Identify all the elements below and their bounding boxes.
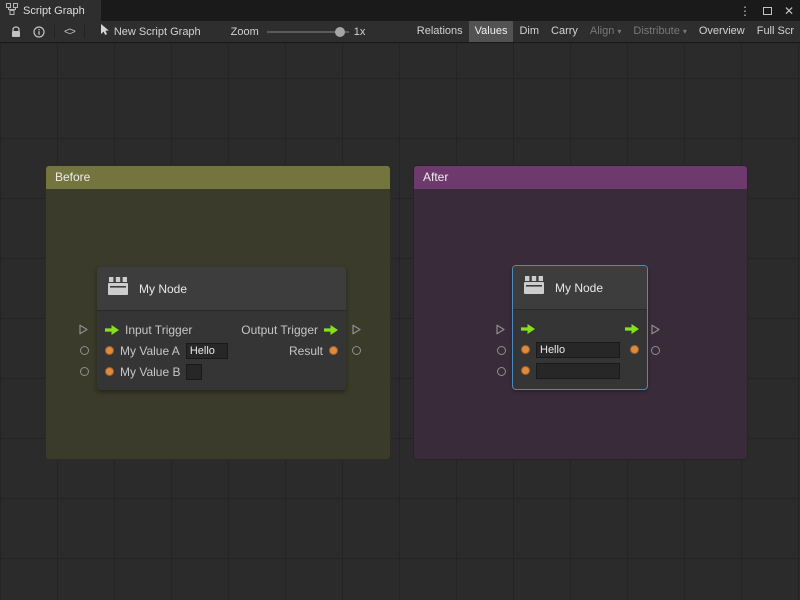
group-after-title: After: [423, 170, 448, 184]
trigger-output-port[interactable]: [324, 325, 338, 335]
result-label: Result: [289, 344, 323, 358]
toolbar: <> New Script Graph Zoom 1x Relations Va…: [0, 21, 800, 43]
toolbar-separator: [84, 25, 85, 38]
value-a-input[interactable]: [186, 343, 228, 359]
node-before[interactable]: My Node Input Trigger Output Trigger: [97, 267, 346, 390]
port-row: [513, 318, 647, 339]
value-a-input[interactable]: [536, 342, 620, 358]
value-b-label: My Value B: [120, 365, 180, 379]
maximize-icon[interactable]: [763, 5, 772, 17]
node-title: My Node: [555, 281, 603, 295]
lock-icon[interactable]: [5, 21, 27, 42]
value-input-port[interactable]: [521, 345, 530, 354]
value-output-port[interactable]: [329, 346, 338, 355]
info-icon[interactable]: [27, 21, 51, 42]
toolbar-buttons: Relations Values Dim Carry Align ▾ Distr…: [411, 21, 800, 43]
external-value-port[interactable]: [80, 367, 89, 376]
node-body: [513, 310, 647, 389]
node-header[interactable]: My Node: [97, 267, 346, 311]
node-title: My Node: [139, 282, 187, 296]
external-value-port[interactable]: [497, 346, 506, 355]
align-dropdown[interactable]: Align ▾: [584, 21, 627, 43]
external-trigger-port[interactable]: [496, 324, 505, 335]
overview-button[interactable]: Overview: [693, 21, 751, 43]
zoom-value: 1x: [354, 26, 366, 38]
port-row: Input Trigger Output Trigger: [97, 319, 346, 340]
distribute-label: Distribute: [633, 21, 679, 42]
zoom-slider-handle[interactable]: [335, 27, 345, 37]
group-after-header[interactable]: After: [414, 166, 747, 189]
window-controls: ⋮ ✕: [739, 0, 794, 21]
unit-icon: [523, 276, 545, 300]
external-value-port[interactable]: [80, 346, 89, 355]
external-value-port[interactable]: [497, 367, 506, 376]
distribute-dropdown[interactable]: Distribute ▾: [627, 21, 692, 43]
trigger-output-port[interactable]: [625, 324, 639, 334]
graph-name-button[interactable]: New Script Graph: [100, 24, 201, 39]
script-graph-icon: [6, 3, 18, 18]
external-trigger-port[interactable]: [352, 324, 361, 335]
node-header[interactable]: My Node: [513, 266, 647, 310]
external-trigger-port[interactable]: [651, 324, 660, 335]
trigger-input-port[interactable]: [105, 325, 119, 335]
external-trigger-port[interactable]: [79, 324, 88, 335]
carry-button[interactable]: Carry: [545, 21, 584, 43]
cursor-icon: [100, 24, 111, 39]
toolbar-separator: [54, 25, 55, 38]
graph-name-label: New Script Graph: [114, 26, 201, 38]
chevron-down-icon: ▾: [617, 28, 621, 36]
input-trigger-label: Input Trigger: [125, 323, 192, 337]
value-b-input[interactable]: [536, 363, 620, 379]
node-body: Input Trigger Output Trigger My Value A …: [97, 311, 346, 390]
group-before-header[interactable]: Before: [46, 166, 390, 189]
output-trigger-label: Output Trigger: [241, 323, 318, 337]
value-a-label: My Value A: [120, 344, 180, 358]
graph-canvas[interactable]: Before After My Node: [0, 43, 800, 600]
chevron-down-icon: ▾: [683, 28, 687, 36]
value-input-port[interactable]: [521, 366, 530, 375]
script-graph-window: Script Graph ⋮ ✕ <>: [0, 0, 800, 600]
relations-button[interactable]: Relations: [411, 21, 469, 43]
group-before-title: Before: [55, 170, 90, 184]
external-value-port[interactable]: [352, 346, 361, 355]
code-icon[interactable]: <>: [58, 21, 81, 42]
menu-icon[interactable]: ⋮: [739, 5, 751, 17]
port-row: My Value B: [97, 361, 346, 382]
zoom-slider[interactable]: [267, 26, 349, 38]
align-label: Align: [590, 21, 614, 42]
trigger-input-port[interactable]: [521, 324, 535, 334]
port-row: [513, 339, 647, 360]
fullscreen-button[interactable]: Full Scr: [751, 21, 800, 43]
port-row: My Value A Result: [97, 340, 346, 361]
external-value-port[interactable]: [651, 346, 660, 355]
value-output-port[interactable]: [630, 345, 639, 354]
tab-script-graph[interactable]: Script Graph: [0, 0, 101, 21]
close-icon[interactable]: ✕: [784, 5, 794, 17]
node-after[interactable]: My Node: [513, 266, 647, 389]
unit-icon: [107, 277, 129, 301]
value-input-port[interactable]: [105, 367, 114, 376]
zoom-label: Zoom: [231, 26, 259, 38]
tab-title: Script Graph: [23, 5, 85, 17]
dim-button[interactable]: Dim: [513, 21, 545, 43]
values-button[interactable]: Values: [469, 21, 514, 43]
value-b-input[interactable]: [186, 364, 202, 380]
value-input-port[interactable]: [105, 346, 114, 355]
port-row: [513, 360, 647, 381]
tab-bar: Script Graph ⋮ ✕: [0, 0, 800, 21]
